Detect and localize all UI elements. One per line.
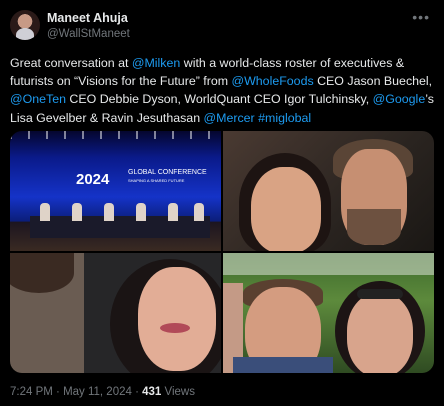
person-partial bbox=[10, 253, 74, 293]
tweet-text-part: CEO Debbie Dyson, WorldQuant CEO Igor Tu… bbox=[65, 92, 373, 107]
face bbox=[347, 293, 413, 373]
beard bbox=[347, 209, 401, 245]
author-handle[interactable]: @WallStManeet bbox=[47, 28, 130, 40]
views-label: Views bbox=[161, 386, 195, 398]
mention-oneten[interactable]: @OneTen bbox=[10, 92, 66, 106]
tweet-text-part: Great conversation at bbox=[10, 56, 132, 70]
sky bbox=[223, 253, 434, 275]
conference-name-text: GLOBAL CONFERENCE bbox=[128, 169, 207, 176]
panelist bbox=[40, 203, 50, 221]
panelist bbox=[168, 203, 178, 221]
lips bbox=[160, 323, 190, 333]
author-name[interactable]: Maneet Ahuja bbox=[47, 11, 128, 25]
avatar[interactable] bbox=[10, 10, 40, 40]
more-horizontal-icon[interactable]: ••• bbox=[412, 9, 430, 25]
mention-wholefoods[interactable]: @WholeFoods bbox=[232, 74, 314, 88]
separator: · bbox=[131, 386, 143, 398]
photo-selfie-3[interactable] bbox=[223, 253, 434, 373]
tweet: Maneet Ahuja @WallStManeet ••• Great con… bbox=[0, 0, 444, 406]
panelist bbox=[136, 203, 146, 221]
panelist bbox=[104, 203, 114, 221]
photo-selfie-1[interactable] bbox=[223, 131, 434, 251]
mention-mercer[interactable]: @Mercer bbox=[204, 111, 255, 125]
panelist bbox=[194, 203, 204, 221]
mention-google[interactable]: @Google bbox=[373, 92, 426, 106]
photo-grid: 2024 GLOBAL CONFERENCE SHAPING A SHARED F… bbox=[10, 131, 434, 373]
conference-name: GLOBAL CONFERENCE SHAPING A SHARED FUTURE bbox=[128, 169, 207, 185]
photo-selfie-2[interactable] bbox=[10, 253, 221, 373]
panelist bbox=[72, 203, 82, 221]
stage-table bbox=[30, 216, 210, 238]
stage-lights bbox=[10, 131, 221, 139]
views-count: 431 bbox=[142, 386, 162, 398]
tweet-time[interactable]: 7:24 PM bbox=[10, 386, 53, 398]
face bbox=[251, 167, 321, 251]
photo-conference-stage[interactable]: 2024 GLOBAL CONFERENCE SHAPING A SHARED F… bbox=[10, 131, 221, 251]
conference-tagline: SHAPING A SHARED FUTURE bbox=[128, 178, 185, 183]
face bbox=[138, 267, 216, 371]
sunglasses bbox=[357, 289, 403, 299]
tweet-date[interactable]: May 11, 2024 bbox=[63, 386, 132, 398]
tweet-text: Great conversation at @Milken with a wor… bbox=[10, 54, 436, 127]
tweet-text-part: CEO Jason Buechel, bbox=[313, 74, 433, 89]
mention-milken[interactable]: @Milken bbox=[132, 56, 180, 70]
shirt bbox=[233, 357, 333, 373]
separator: · bbox=[52, 386, 64, 398]
hashtag-miglobal[interactable]: #miglobal bbox=[258, 111, 311, 125]
tweet-meta: 7:24 PM · May 11, 2024 · 431 Views bbox=[10, 386, 195, 398]
conference-year: 2024 bbox=[76, 171, 110, 188]
